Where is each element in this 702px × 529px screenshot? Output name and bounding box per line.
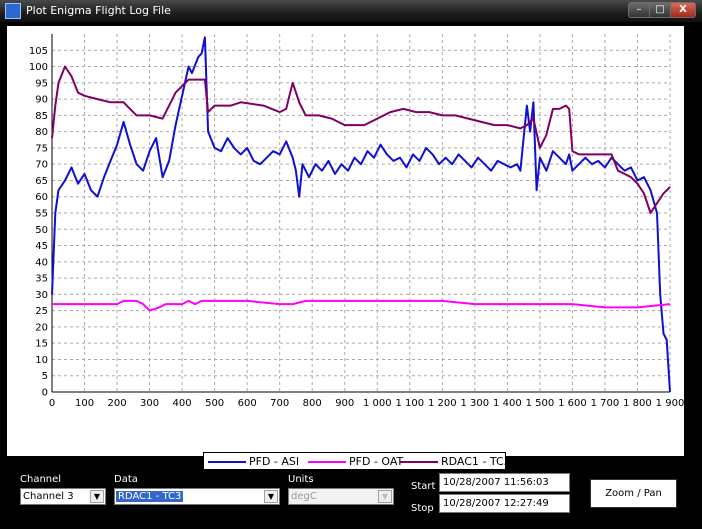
y-tick-label: 55 (35, 209, 48, 220)
y-tick-label: 5 (42, 371, 48, 382)
units-select[interactable]: degC ▼ (288, 488, 394, 505)
y-tick-label: 90 (35, 95, 48, 106)
y-tick-label: 10 (35, 355, 48, 366)
y-tick-label: 95 (35, 78, 48, 89)
zoom-pan-button[interactable]: Zoom / Pan (590, 479, 677, 508)
x-tick-label: 1 900 (656, 398, 684, 409)
window-title: Plot Enigma Flight Log File (26, 4, 171, 17)
y-tick-label: 40 (35, 257, 48, 268)
y-tick-label: 65 (35, 176, 48, 187)
legend-label: RDAC1 - TC3 (441, 455, 511, 468)
x-tick-label: 1 400 (493, 398, 522, 409)
x-tick-label: 1 100 (395, 398, 424, 409)
x-tick-label: 1 800 (623, 398, 652, 409)
x-tick-label: 100 (75, 398, 94, 409)
legend-item: RDAC1 - TC3 (400, 454, 511, 469)
legend-label: PFD - OAT (349, 455, 404, 468)
x-tick-label: 1 700 (591, 398, 620, 409)
y-tick-label: 85 (35, 111, 48, 122)
app-icon (5, 3, 21, 19)
x-tick-label: 1 200 (428, 398, 457, 409)
chart-panel: 0 5 10 15 20 25 30 35 40 45 50 55 60 65 70 75 80 85 90 95 10… (7, 26, 684, 470)
y-tick-label: 35 (35, 274, 48, 285)
series-line (52, 299, 671, 312)
chevron-down-icon[interactable]: ▼ (378, 490, 392, 503)
series-line (51, 65, 671, 214)
y-tick-label: 60 (35, 192, 48, 203)
app-window: Plot Enigma Flight Log File – □ X 0 5 10 15… (0, 0, 702, 529)
y-tick-label: 45 (35, 241, 48, 252)
x-tick-label: 1 600 (558, 398, 587, 409)
legend-swatch (308, 460, 346, 463)
data-value: RDAC1 - TC3 (116, 491, 184, 502)
y-tick-label: 15 (35, 339, 48, 350)
data-label: Data (114, 474, 138, 485)
x-tick-label: 400 (173, 398, 192, 409)
chart-legend: PFD - ASI PFD - OAT RDAC1 - TC3 (203, 452, 511, 470)
units-value: degC (291, 491, 317, 502)
x-tick-label: 1 300 (461, 398, 490, 409)
maximize-button[interactable]: □ (649, 2, 671, 18)
legend-swatch (208, 460, 246, 463)
x-tick-label: 600 (238, 398, 257, 409)
y-tick-label: 105 (29, 46, 48, 57)
channel-label: Channel (20, 474, 62, 485)
minimize-button[interactable]: – (628, 2, 650, 18)
y-tick-label: 25 (35, 306, 48, 317)
legend-item: PFD - ASI (208, 454, 299, 469)
y-tick-label: 100 (29, 62, 48, 73)
x-tick-label: 1 000 (363, 398, 392, 409)
x-tick-label: 0 (49, 398, 55, 409)
x-tick-label: 500 (205, 398, 224, 409)
channel-value: Channel 3 (23, 491, 74, 502)
y-tick-label: 70 (35, 160, 48, 171)
title-bar[interactable]: Plot Enigma Flight Log File – □ X (0, 0, 702, 22)
y-tick-label: 80 (35, 127, 48, 138)
stop-label: Stop (411, 503, 434, 514)
y-tick-label: 50 (35, 225, 48, 236)
y-tick-label: 30 (35, 290, 48, 301)
x-tick-label: 1 500 (526, 398, 555, 409)
x-tick-label: 800 (303, 398, 322, 409)
line-chart[interactable]: 0 5 10 15 20 25 30 35 40 45 50 55 60 65 70 75 80 85 90 95 10… (7, 26, 684, 456)
units-label: Units (288, 474, 314, 485)
data-select[interactable]: RDAC1 - TC3 ▼ (114, 488, 280, 505)
close-button[interactable]: X (670, 2, 696, 18)
stop-time-field[interactable]: 10/28/2007 12:27:49 (439, 494, 570, 513)
y-tick-label: 20 (35, 322, 48, 333)
y-tick-label: 75 (35, 143, 48, 154)
legend-item: PFD - OAT (308, 454, 403, 469)
y-tick-label: 0 (42, 388, 48, 399)
x-tick-label: 200 (108, 398, 127, 409)
x-tick-label: 900 (335, 398, 354, 409)
legend-label: PFD - ASI (249, 455, 300, 468)
x-tick-label: 700 (270, 398, 289, 409)
legend-swatch (400, 460, 438, 463)
series-line (51, 36, 671, 393)
start-time-field[interactable]: 10/28/2007 11:56:03 (439, 473, 570, 492)
channel-select[interactable]: Channel 3 ▼ (20, 488, 106, 505)
chevron-down-icon[interactable]: ▼ (90, 490, 104, 503)
x-tick-label: 300 (140, 398, 159, 409)
start-label: Start (411, 481, 436, 492)
chevron-down-icon[interactable]: ▼ (264, 490, 278, 503)
